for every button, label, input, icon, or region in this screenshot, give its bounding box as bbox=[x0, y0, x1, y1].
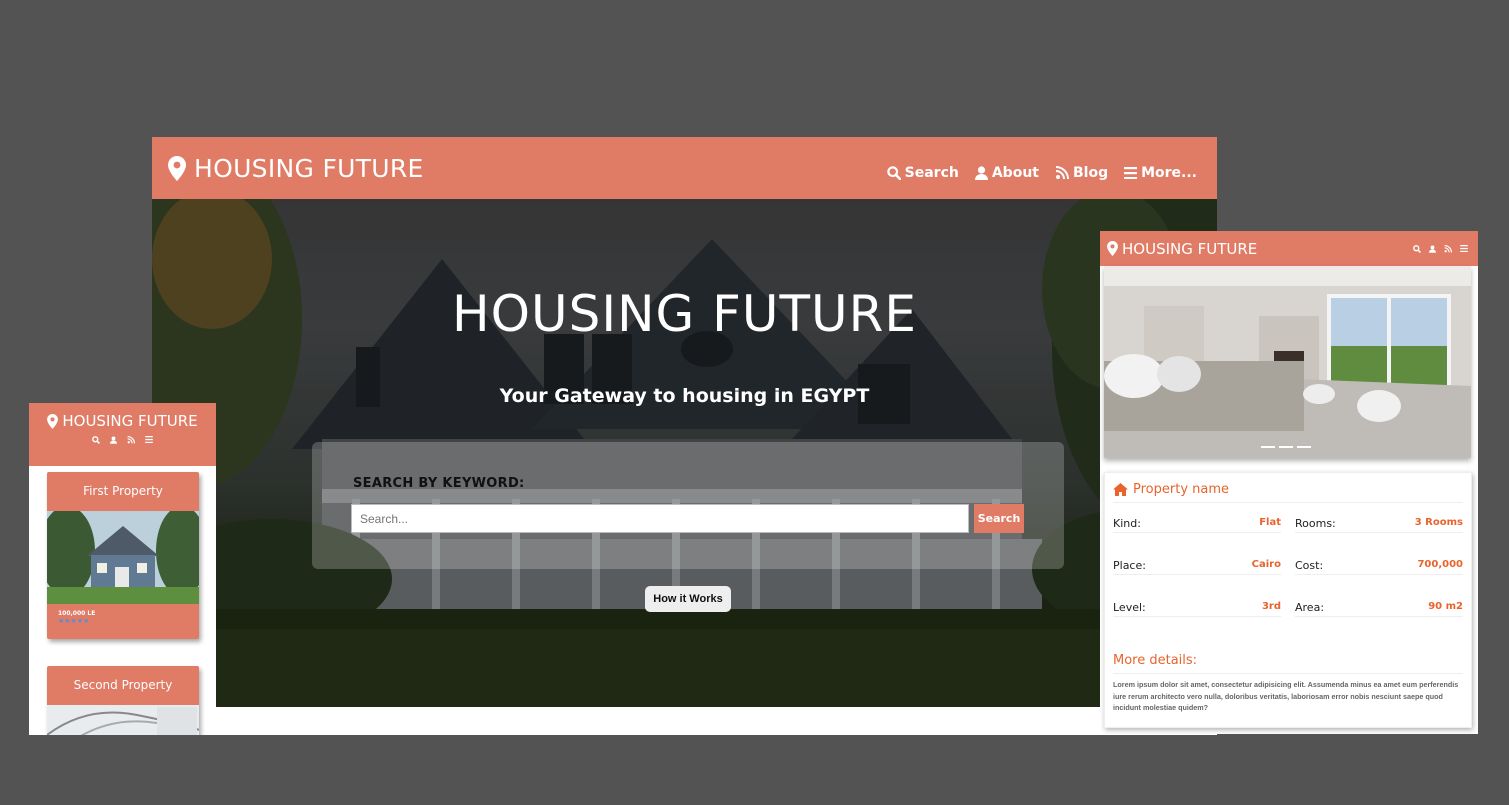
hero-title: HOUSING FUTURE bbox=[452, 285, 917, 343]
spec-value: Cairo bbox=[1251, 559, 1281, 570]
nav-search[interactable]: Search bbox=[886, 165, 959, 181]
mobile-nav-icons bbox=[29, 436, 216, 444]
nav-more[interactable]: More... bbox=[1124, 165, 1197, 181]
property-details-card: Property name Kind: Flat Rooms: 3 Rooms … bbox=[1104, 472, 1472, 728]
menu-icon[interactable] bbox=[1460, 244, 1468, 253]
spec-rooms: Rooms: 3 Rooms bbox=[1295, 511, 1463, 533]
spec-value: 700,000 bbox=[1417, 559, 1463, 570]
mobile-brand-title: HOUSING FUTURE bbox=[62, 412, 198, 430]
mobile-detail-mockup: HOUSING FUTURE Property name Kind: Flat … bbox=[1100, 231, 1478, 734]
spec-key: Kind: bbox=[1113, 517, 1141, 530]
mobile-brand-title: HOUSING FUTURE bbox=[1122, 239, 1258, 258]
property-card-title: First Property bbox=[83, 484, 163, 498]
menu-icon[interactable] bbox=[145, 436, 153, 444]
nav-about-label: About bbox=[991, 165, 1039, 181]
top-navbar: HOUSING FUTURE Search About Blog More... bbox=[152, 137, 1217, 199]
spec-cost: Cost: 700,000 bbox=[1295, 553, 1463, 575]
menu-icon bbox=[1124, 167, 1138, 179]
desktop-mockup: HOUSING FUTURE Search About Blog More... bbox=[152, 137, 1217, 735]
property-name-heading: Property name bbox=[1113, 482, 1229, 497]
brand[interactable]: HOUSING FUTURE bbox=[168, 154, 424, 183]
brand-title: HOUSING FUTURE bbox=[194, 153, 424, 183]
nav-blog-label: Blog bbox=[1072, 165, 1109, 181]
property-card-image bbox=[47, 705, 199, 735]
mobile-navbar: HOUSING FUTURE bbox=[1100, 231, 1478, 266]
spec-kind: Kind: Flat bbox=[1113, 511, 1281, 533]
spec-place: Place: Cairo bbox=[1113, 553, 1281, 575]
home-icon bbox=[1113, 483, 1128, 496]
rss-icon bbox=[1055, 166, 1069, 180]
spec-value: Flat bbox=[1259, 517, 1281, 528]
spec-key: Place: bbox=[1113, 559, 1146, 572]
mobile-nav-icons bbox=[1413, 244, 1468, 253]
spec-value: 3 Rooms bbox=[1414, 517, 1463, 528]
property-card-title: Second Property bbox=[73, 678, 173, 692]
mobile-brand[interactable]: HOUSING FUTURE bbox=[1107, 240, 1257, 258]
property-card-image bbox=[47, 511, 199, 604]
more-details-text: Lorem ipsum dolor sit amet, consectetur … bbox=[1113, 680, 1459, 712]
search-button[interactable]: Search bbox=[974, 504, 1024, 533]
property-photo-carousel[interactable] bbox=[1104, 266, 1471, 458]
rating-stars: ★★★★★ bbox=[58, 617, 90, 625]
user-icon bbox=[974, 166, 988, 180]
spec-area: Area: 90 m2 bbox=[1295, 595, 1463, 617]
mobile-navbar: HOUSING FUTURE bbox=[29, 403, 216, 466]
nav-more-label: More... bbox=[1141, 165, 1197, 181]
map-pin-icon bbox=[47, 413, 59, 429]
search-input[interactable] bbox=[351, 504, 969, 533]
map-pin-icon bbox=[168, 155, 186, 181]
mobile-list-mockup: HOUSING FUTURE First Property 100,000 LE… bbox=[29, 403, 216, 735]
spec-key: Cost: bbox=[1295, 559, 1324, 572]
property-card[interactable]: Second Property bbox=[47, 666, 199, 735]
spec-key: Rooms: bbox=[1295, 517, 1336, 530]
hero-section: HOUSING FUTURE Your Gateway to housing i… bbox=[152, 199, 1217, 707]
search-icon[interactable] bbox=[92, 436, 100, 444]
spec-value: 90 m2 bbox=[1428, 601, 1463, 612]
search-label: SEARCH BY KEYWORD: bbox=[353, 476, 525, 491]
mobile-brand[interactable]: HOUSING FUTURE bbox=[29, 403, 216, 430]
spec-key: Level: bbox=[1113, 601, 1146, 614]
hero-subtitle: Your Gateway to housing in EGYPT bbox=[499, 385, 870, 407]
property-name: Property name bbox=[1133, 482, 1230, 497]
more-details-heading: More details: bbox=[1113, 653, 1198, 668]
spec-value: 3rd bbox=[1261, 601, 1281, 612]
user-icon[interactable] bbox=[1429, 244, 1436, 253]
property-card-price: 100,000 LE bbox=[58, 610, 96, 617]
spec-level: Level: 3rd bbox=[1113, 595, 1281, 617]
search-icon bbox=[886, 166, 901, 180]
nav-search-label: Search bbox=[904, 165, 959, 181]
property-card[interactable]: First Property 100,000 LE ★★★★★ bbox=[47, 472, 199, 639]
divider bbox=[1113, 502, 1463, 503]
divider bbox=[1113, 673, 1463, 674]
rss-icon[interactable] bbox=[1444, 244, 1452, 253]
map-pin-icon bbox=[1107, 241, 1118, 256]
spec-key: Area: bbox=[1295, 601, 1325, 614]
nav-about[interactable]: About bbox=[974, 165, 1039, 181]
nav-blog[interactable]: Blog bbox=[1055, 165, 1108, 181]
search-panel: SEARCH BY KEYWORD: Search bbox=[312, 442, 1064, 569]
how-it-works-button[interactable]: How it Works bbox=[645, 586, 731, 612]
user-icon[interactable] bbox=[110, 436, 117, 444]
rss-icon[interactable] bbox=[127, 436, 135, 444]
search-icon[interactable] bbox=[1413, 244, 1421, 253]
nav-links: Search About Blog More... bbox=[886, 165, 1197, 181]
